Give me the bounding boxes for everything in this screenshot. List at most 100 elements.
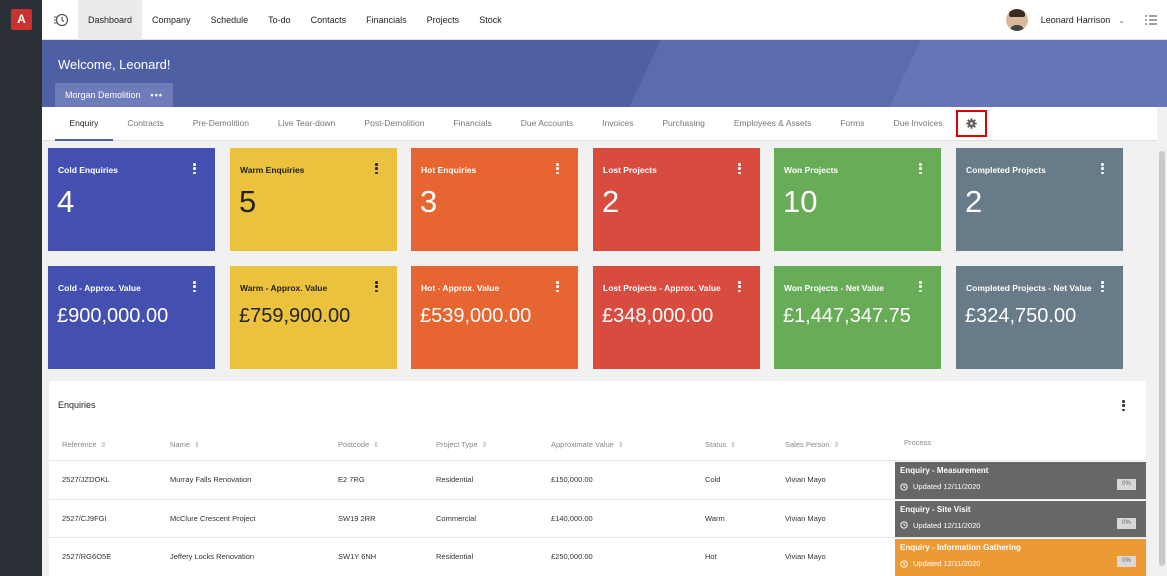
col-name[interactable]: Name ⇕ xyxy=(170,440,200,449)
stat-card-lost-projects-approx-value[interactable]: Lost Projects - Approx. Value £348,000.00 xyxy=(593,266,760,369)
more-icon[interactable]: ••• xyxy=(151,90,163,100)
company-selector[interactable]: Morgan Demolition ••• xyxy=(55,83,173,107)
cell-reference: 2527/JZDOKL xyxy=(62,475,110,484)
tab-post-demolition[interactable]: Post-Demolition xyxy=(350,107,439,141)
card-menu-icon[interactable] xyxy=(919,281,923,294)
card-menu-icon[interactable] xyxy=(556,163,560,176)
col-sales-person[interactable]: Sales Person ⇕ xyxy=(785,440,839,449)
card-menu-icon[interactable] xyxy=(1101,163,1105,176)
col-approx-value[interactable]: Approximate Value ⇕ xyxy=(551,440,624,449)
process-title: Enquiry - Information Gathering xyxy=(900,543,1021,552)
col-project-type[interactable]: Project Type ⇕ xyxy=(436,440,487,449)
cell-status: Hot xyxy=(705,552,717,561)
company-name: Morgan Demolition xyxy=(65,90,141,100)
cell-postcode: SW1Y 6NH xyxy=(338,552,377,561)
history-icon[interactable] xyxy=(52,11,70,29)
process-status[interactable]: Enquiry - Information Gathering Updated 1… xyxy=(895,539,1146,576)
tab-purchasing[interactable]: Purchasing xyxy=(648,107,720,141)
stat-card-warm-approx-value[interactable]: Warm - Approx. Value £759,900.00 xyxy=(230,266,397,369)
tab-contracts[interactable]: Contracts xyxy=(113,107,178,141)
card-title: Cold - Approx. Value xyxy=(58,283,141,293)
clock-icon xyxy=(900,559,908,568)
card-menu-icon[interactable] xyxy=(193,281,197,294)
stat-card-hot-enquiries[interactable]: Hot Enquiries 3 xyxy=(411,148,578,251)
tab-financials[interactable]: Financials xyxy=(439,107,506,141)
stat-card-won-projects[interactable]: Won Projects 10 xyxy=(774,148,941,251)
tab-forms[interactable]: Forms xyxy=(826,107,879,141)
card-value: £348,000.00 xyxy=(602,305,714,327)
cell-type: Residential xyxy=(436,475,474,484)
card-title: Warm Enquiries xyxy=(240,165,305,175)
welcome-banner: Welcome, Leonard! Morgan Demolition ••• xyxy=(42,40,1167,107)
process-status[interactable]: Enquiry - Measurement Updated 12/11/2020 0… xyxy=(895,462,1146,499)
stat-card-warm-enquiries[interactable]: Warm Enquiries 5 xyxy=(230,148,397,251)
card-menu-icon[interactable] xyxy=(375,281,379,294)
cell-reference: 2527/RG6O5E xyxy=(62,552,112,561)
card-value: 3 xyxy=(420,184,438,219)
clock-icon xyxy=(900,482,908,491)
tab-settings-button[interactable] xyxy=(956,110,987,137)
card-title: Lost Projects xyxy=(603,165,657,175)
col-reference[interactable]: Reference ⇕ xyxy=(62,440,106,449)
card-menu-icon[interactable] xyxy=(738,281,742,294)
nav-projects[interactable]: Projects xyxy=(417,0,470,40)
table-row[interactable]: 2527/RG6O5E Jeffery Locks Renovation SW1Y … xyxy=(49,537,1146,576)
tab-invoices[interactable]: Invoices xyxy=(588,107,648,141)
stat-card-hot-approx-value[interactable]: Hot - Approx. Value £539,000.00 xyxy=(411,266,578,369)
dashboard-content: Cold Enquiries 4 Warm Enquiries 5 Hot Enquir… xyxy=(42,141,1157,576)
process-updated: Updated 12/11/2020 xyxy=(913,482,981,491)
list-menu-icon[interactable] xyxy=(1145,14,1157,26)
card-value: 4 xyxy=(57,184,75,219)
tab-employees-assets[interactable]: Employees & Assets xyxy=(719,107,825,141)
card-title: Hot Enquiries xyxy=(421,165,477,175)
nav-financials[interactable]: Financials xyxy=(356,0,417,40)
card-menu-icon[interactable] xyxy=(1101,281,1105,294)
tab-due-accounts[interactable]: Due Accounts xyxy=(506,107,587,141)
card-value: 2 xyxy=(965,184,983,219)
nav-dashboard[interactable]: Dashboard xyxy=(78,0,143,40)
app-logo[interactable]: A xyxy=(11,9,32,30)
col-status[interactable]: Status ⇕ xyxy=(705,440,736,449)
card-menu-icon[interactable] xyxy=(556,281,560,294)
card-value: £539,000.00 xyxy=(420,305,532,327)
stat-card-cold-enquiries[interactable]: Cold Enquiries 4 xyxy=(48,148,215,251)
card-menu-icon[interactable] xyxy=(193,163,197,176)
cell-sales: Vivian Mayo xyxy=(785,475,826,484)
tab-live-tear-down[interactable]: Live Tear-down xyxy=(263,107,350,141)
nav-schedule[interactable]: Schedule xyxy=(201,0,259,40)
cell-value: £250,000.00 xyxy=(551,552,593,561)
stat-card-won-projects-net-value[interactable]: Won Projects - Net Value £1,447,347.75 xyxy=(774,266,941,369)
card-menu-icon[interactable] xyxy=(919,163,923,176)
card-title: Completed Projects xyxy=(966,165,1046,175)
cell-name: McClure Crescent Project xyxy=(170,513,256,523)
progress-badge: 0% xyxy=(1117,556,1136,567)
stat-card-lost-projects[interactable]: Lost Projects 2 xyxy=(593,148,760,251)
tab-pre-demolition[interactable]: Pre-Demolition xyxy=(178,107,263,141)
stat-card-completed-projects-net-value[interactable]: Completed Projects - Net Value £324,750.0… xyxy=(956,266,1123,369)
enquiries-panel: Enquiries Reference ⇕ Name ⇕ Postcode ⇕ Pro… xyxy=(49,381,1146,576)
user-name: Leonard Harrison xyxy=(1040,15,1111,25)
nav-contacts[interactable]: Contacts xyxy=(301,0,357,40)
tab-enquiry[interactable]: Enquiry xyxy=(55,107,113,141)
card-menu-icon[interactable] xyxy=(738,163,742,176)
stat-card-cold-approx-value[interactable]: Cold - Approx. Value £900,000.00 xyxy=(48,266,215,369)
col-postcode[interactable]: Postcode ⇕ xyxy=(338,440,379,449)
cell-postcode: SW19 2RR xyxy=(338,513,376,523)
table-row[interactable]: 2527/CJ9FGI McClure Crescent Project SW19 … xyxy=(49,498,1146,538)
main-nav: Dashboard Company Schedule To-do Contact… xyxy=(78,0,512,40)
nav-todo[interactable]: To-do xyxy=(258,0,301,40)
nav-stock[interactable]: Stock xyxy=(469,0,512,40)
top-nav-bar: Dashboard Company Schedule To-do Contact… xyxy=(42,0,1167,40)
user-menu[interactable]: Leonard Harrison ⌄ xyxy=(1005,0,1125,40)
cell-sales: Vivian Mayo xyxy=(785,552,826,561)
card-menu-icon[interactable] xyxy=(375,163,379,176)
stat-card-completed-projects[interactable]: Completed Projects 2 xyxy=(956,148,1123,251)
scrollbar[interactable] xyxy=(1157,141,1167,576)
process-status[interactable]: Enquiry - Site Visit Updated 12/11/2020 0% xyxy=(895,500,1146,538)
card-value: £759,900.00 xyxy=(239,305,351,327)
tab-due-invoices[interactable]: Due Invoices xyxy=(879,107,957,141)
more-options-icon[interactable] xyxy=(1122,400,1126,413)
cell-type: Residential xyxy=(436,552,474,561)
table-row[interactable]: 2527/JZDOKL Murray Falls Renovation E2 7RG… xyxy=(49,460,1146,499)
nav-company[interactable]: Company xyxy=(142,0,201,40)
